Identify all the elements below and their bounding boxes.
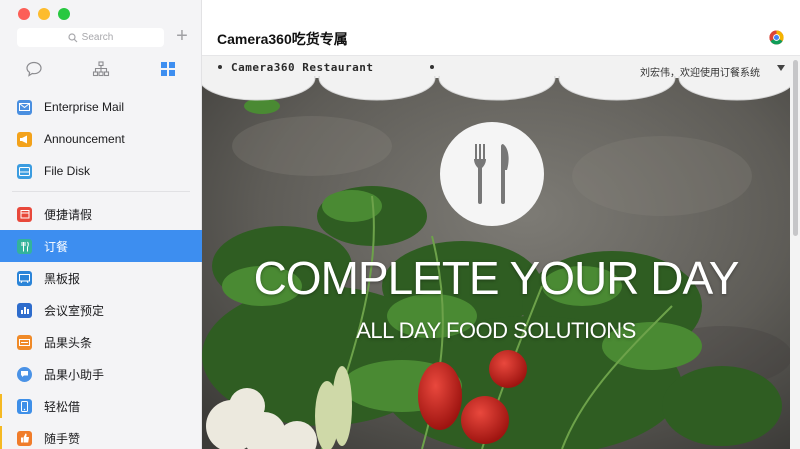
sidebar-item-label: 轻松借: [44, 399, 81, 414]
apps-grid-icon: [161, 61, 176, 76]
sidebar-item-enterprise-mail[interactable]: Enterprise Mail: [0, 91, 202, 123]
main-panel: Camera360吃货专属 Camera360 Restaurant 刘宏伟，欢…: [202, 0, 800, 449]
news-icon: [17, 334, 32, 350]
search-placeholder: Search: [81, 32, 114, 43]
chat-icon: [17, 366, 32, 382]
sidebar-item-label: 会议室预定: [44, 303, 105, 318]
app-window: Search + Enterprise Mail Announcement Fi…: [0, 0, 800, 449]
restaurant-brand: Camera360 Restaurant: [231, 61, 374, 74]
sidebar-item-bulletin[interactable]: 黑板报: [0, 262, 202, 294]
page-title: Camera360吃货专属: [217, 31, 348, 47]
zoom-window-button[interactable]: [58, 8, 70, 20]
fork-knife-icon: [474, 144, 509, 204]
blackboard-icon: [17, 270, 32, 286]
disk-icon: [17, 163, 32, 179]
chrome-browser-icon[interactable]: [769, 30, 784, 45]
app-list: Enterprise Mail Announcement File Disk 便…: [0, 91, 202, 449]
sidebar: Search + Enterprise Mail Announcement Fi…: [0, 0, 202, 449]
sidebar-item-assistant[interactable]: 品果小助手: [0, 358, 202, 390]
mode-switcher: [0, 56, 202, 81]
window-controls: [18, 8, 70, 20]
sidebar-item-meeting-room[interactable]: 会议室预定: [0, 294, 202, 326]
web-content: Camera360 Restaurant 刘宏伟，欢迎使用订餐系统 COMPLE…: [202, 56, 790, 449]
hero-headline: COMPLETE YOUR DAY: [253, 252, 740, 304]
sidebar-item-praise[interactable]: 随手赞: [0, 422, 202, 449]
sidebar-item-borrow[interactable]: 轻松借: [0, 390, 202, 422]
megaphone-icon: [17, 131, 32, 147]
sidebar-item-label: 品果小助手: [44, 367, 105, 382]
tab-chat[interactable]: [0, 56, 67, 81]
hero-subline: ALL DAY FOOD SOLUTIONS: [356, 318, 636, 343]
search-icon: [68, 32, 78, 42]
org-chart-icon: [92, 60, 110, 76]
sidebar-item-label: 品果头条: [44, 335, 93, 350]
sidebar-item-label: 便捷请假: [44, 207, 93, 222]
search-input[interactable]: Search: [17, 28, 164, 47]
restaurant-logo: [440, 122, 544, 226]
chevron-down-icon[interactable]: [777, 65, 785, 71]
tab-apps[interactable]: [135, 56, 202, 81]
bar-chart-icon: [17, 302, 32, 318]
minimize-window-button[interactable]: [38, 8, 50, 20]
phone-icon: [17, 398, 32, 414]
sidebar-item-file-disk[interactable]: File Disk: [0, 155, 202, 187]
sidebar-item-headlines[interactable]: 品果头条: [0, 326, 202, 358]
sidebar-item-label: 订餐: [44, 239, 69, 254]
tab-organization[interactable]: [67, 56, 134, 81]
cutlery-icon: [17, 238, 32, 254]
scrollbar-thumb[interactable]: [793, 60, 798, 236]
thumbs-up-icon: [17, 430, 32, 446]
calendar-icon: [17, 206, 32, 222]
add-button[interactable]: +: [173, 26, 191, 46]
mail-icon: [17, 99, 32, 115]
title-bar: Camera360吃货专属: [202, 0, 800, 56]
sidebar-item-label: Enterprise Mail: [44, 100, 125, 114]
sidebar-item-label: 随手赞: [44, 431, 81, 446]
sidebar-item-label: File Disk: [44, 164, 91, 178]
scrollbar[interactable]: [790, 56, 800, 449]
sidebar-item-announcement[interactable]: Announcement: [0, 123, 202, 155]
sidebar-item-label: Announcement: [44, 132, 125, 146]
sidebar-item-label: 黑板报: [44, 271, 81, 286]
sidebar-divider: [12, 191, 190, 192]
close-window-button[interactable]: [18, 8, 30, 20]
chat-bubble-icon: [26, 61, 42, 77]
sidebar-item-leave-request[interactable]: 便捷请假: [0, 198, 202, 230]
welcome-message: 刘宏伟，欢迎使用订餐系统: [640, 68, 760, 79]
sidebar-item-meal-order[interactable]: 订餐: [0, 230, 202, 262]
